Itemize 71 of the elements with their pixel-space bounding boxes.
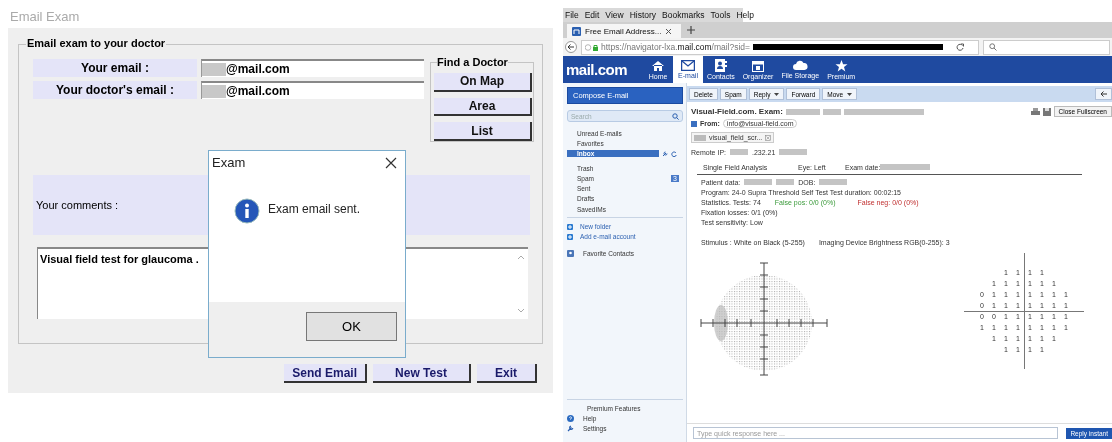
redaction-block	[202, 62, 226, 76]
message-subject: Visual-Field.com. Exam:	[691, 107, 783, 116]
redaction-block	[880, 164, 931, 170]
contacts-icon	[567, 249, 574, 257]
printer-icon[interactable]	[1030, 107, 1040, 116]
site-logo[interactable]: mail.com	[563, 61, 644, 78]
help-icon	[567, 415, 574, 423]
find-doctor-button[interactable]: Area	[434, 97, 532, 117]
redaction-block	[730, 149, 748, 155]
ok-button[interactable]: OK	[306, 312, 397, 341]
address-field[interactable]: https://navigator-lxa.mail.com/mail?sid=	[581, 39, 979, 55]
dialog-message: Exam email sent.	[268, 201, 361, 216]
menu-item[interactable]: File	[565, 10, 579, 20]
lock-icon	[585, 43, 598, 51]
file-type-icon	[694, 134, 706, 141]
close-icon[interactable]	[385, 156, 397, 169]
calendar-icon	[752, 59, 764, 72]
cloud-icon	[792, 60, 809, 71]
group-title: Find a Doctor	[437, 56, 508, 68]
caret-icon	[847, 92, 853, 96]
action-button[interactable]: New Test	[373, 364, 471, 383]
comments-label: Your comments :	[35, 199, 119, 211]
close-icon	[765, 134, 772, 141]
envelope-icon	[681, 60, 696, 71]
save-icon[interactable]	[1042, 107, 1051, 116]
menu-item[interactable]: Bookmarks	[662, 10, 705, 20]
field-label: Your doctor's email :	[33, 81, 197, 99]
redaction-block	[202, 84, 226, 98]
redaction-block	[785, 108, 820, 115]
menu-item[interactable]: Help	[736, 10, 754, 20]
window-title: Email Exam	[9, 8, 81, 26]
find-doctor-button[interactable]: List	[434, 122, 532, 141]
action-button[interactable]: Send Email	[284, 364, 367, 383]
search-icon	[672, 112, 679, 120]
close-icon[interactable]	[665, 27, 673, 35]
redaction-block	[819, 179, 848, 185]
email-field[interactable]: @mail.com	[201, 81, 424, 99]
wrench-icon[interactable]	[662, 150, 668, 157]
caret-icon	[774, 92, 780, 96]
left-arrow-icon	[1100, 91, 1107, 97]
search-field[interactable]	[983, 39, 1110, 55]
plus-square-icon	[567, 223, 573, 230]
action-button[interactable]: Exit	[477, 364, 537, 383]
back-arrow-icon[interactable]	[565, 41, 577, 53]
plus-icon[interactable]	[687, 26, 695, 34]
browser-tab[interactable]: Free Email Address...	[567, 24, 681, 38]
group-title: Email exam to your doctor	[26, 37, 167, 49]
reload-icon[interactable]	[956, 43, 965, 51]
redaction-block	[779, 149, 808, 155]
checkbox-icon	[691, 120, 697, 127]
redaction-block	[776, 179, 795, 185]
plus-square-icon	[567, 233, 573, 240]
search-icon	[989, 43, 997, 51]
refresh-icon[interactable]	[671, 150, 677, 157]
info-icon	[234, 198, 260, 224]
home-icon	[651, 59, 666, 72]
wrench-icon	[567, 425, 574, 433]
menu-item[interactable]: View	[605, 10, 624, 20]
dialog-title: Exam	[212, 155, 246, 170]
contact-card-icon	[714, 59, 727, 72]
email-field[interactable]: @mail.com	[201, 59, 424, 77]
redaction-block	[822, 108, 841, 115]
back-button[interactable]	[1095, 88, 1112, 100]
field-label: Your email :	[33, 59, 197, 77]
menu-item[interactable]: Tools	[710, 10, 731, 20]
star-icon	[834, 59, 848, 72]
redaction-block	[744, 179, 773, 185]
menu-item[interactable]: History	[629, 10, 657, 20]
menu-item[interactable]: Edit	[584, 10, 600, 20]
find-doctor-button[interactable]: On Map	[434, 73, 532, 92]
site-icon	[572, 26, 581, 36]
